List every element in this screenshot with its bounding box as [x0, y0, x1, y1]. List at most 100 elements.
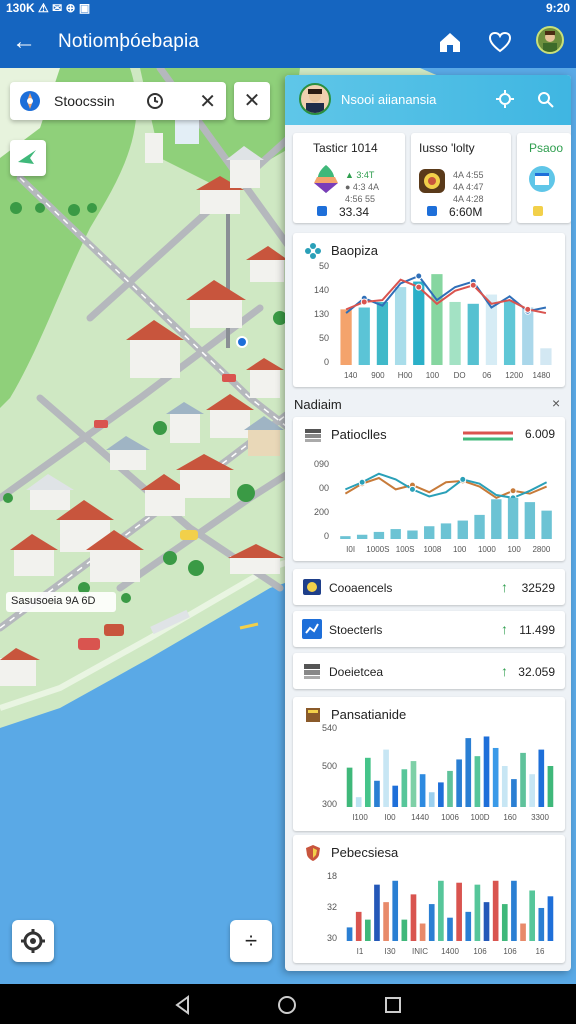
chart-bar	[428, 904, 435, 941]
x-tick-label: I00	[384, 813, 396, 822]
status-left: 130K ⚠ ✉ ⊕ ▣	[6, 1, 91, 15]
x-tick-label: 1008	[423, 545, 441, 554]
chart-2-svg: 090 00 200 0 I0I 1000S 100S 1008 100 1000 100 2800	[314, 459, 552, 554]
chart-bar	[474, 884, 481, 941]
calendar-icon	[529, 166, 555, 192]
chart-bar	[541, 510, 552, 539]
chart-point	[509, 487, 517, 495]
history-icon[interactable]	[146, 92, 164, 110]
chart-card-4[interactable]: Pebecsiesa 18 32 30 I1 I30 INIC 1400 106 106 16	[293, 835, 565, 963]
chart-card-3[interactable]: Pansatianide 540 500 300 I100 I00 1440 1006 100…	[293, 697, 565, 831]
chart-card-2[interactable]: Patioclles 6.009 090 00 200 0 I0I 1000S 100S 10…	[293, 417, 565, 561]
list-item-title: Stoecterls	[329, 623, 383, 637]
y-tick-label: 500	[322, 761, 337, 771]
coin-icon	[303, 579, 321, 595]
map-search-text: Stoocssin	[54, 93, 115, 109]
stat-card-sub: ▲ 3:4T ● 4:3 4A 4:56 55	[345, 170, 379, 204]
chart-bar	[447, 917, 453, 941]
x-tick-label: 100D	[470, 813, 489, 822]
chart-bar	[355, 911, 362, 941]
chart-bar	[440, 523, 452, 539]
chart-bar	[407, 530, 418, 539]
recents-icon[interactable]	[382, 994, 404, 1016]
chart-bar	[358, 307, 370, 365]
x-tick-label: 100	[426, 371, 440, 380]
y-tick-label: 18	[327, 871, 337, 881]
list-item-value: 11.499	[519, 623, 555, 637]
search-icon[interactable]	[535, 89, 555, 109]
x-tick-label: I100	[352, 813, 368, 822]
back-arrow-icon[interactable]: ←	[10, 28, 38, 56]
chart-bar	[522, 307, 534, 365]
map-search-box[interactable]: Stoocssin ✕	[10, 82, 226, 120]
chart-point	[415, 283, 423, 291]
chart-bar	[501, 766, 508, 807]
chart-line	[345, 274, 547, 314]
chart-bar	[438, 782, 444, 807]
stat-card-1[interactable]: Tasticr 1014 ▲ 3:4T ● 4:3 4A 4:56 55 33.34	[293, 133, 405, 223]
section-close-icon[interactable]: ×	[552, 395, 560, 411]
chart-bar	[474, 514, 485, 539]
x-tick-label: I0I	[346, 545, 355, 554]
chart-bar	[374, 884, 380, 941]
y-tick-label: 130	[314, 309, 329, 319]
chart-bar	[449, 301, 461, 365]
list-item[interactable]: Doeietcea ↑ 32.059	[293, 653, 565, 689]
chart-bar	[491, 499, 502, 539]
stat-card-3[interactable]: Psaoo	[517, 133, 571, 223]
clear-search-icon[interactable]: ✕	[199, 89, 216, 114]
home-icon[interactable]	[436, 28, 464, 56]
chart-icon	[302, 619, 322, 639]
y-tick-label: 090	[314, 459, 329, 469]
home-circle-icon[interactable]	[276, 994, 298, 1016]
chart-bar	[364, 919, 371, 941]
chart-bar	[501, 904, 508, 941]
chart-bar	[392, 785, 399, 807]
chart-bar	[376, 301, 389, 365]
chart-bar	[340, 309, 352, 365]
navigation-button[interactable]	[10, 140, 46, 176]
chart-bar	[394, 287, 407, 365]
heart-icon[interactable]	[486, 28, 514, 56]
layers-button[interactable]: ÷	[230, 920, 272, 962]
chart-line	[344, 476, 548, 500]
list-item[interactable]: Stoecterls ↑ 11.499	[293, 611, 565, 647]
stat-card-title: Psaoo	[529, 141, 564, 155]
user-avatar[interactable]	[536, 26, 564, 54]
chart-bar	[524, 502, 536, 539]
chart-card-1[interactable]: Baopiza 50 140 130 50 0 140 900 H00 100 DO 06 1200 1…	[293, 233, 565, 387]
app-bar: ← Notiomþóebapia	[0, 16, 576, 68]
y-tick-label: 300	[322, 799, 337, 809]
settings-gear-icon[interactable]	[495, 89, 515, 109]
chart-bar	[413, 281, 425, 365]
stat-badge-icon	[427, 206, 437, 216]
y-tick-label: 200	[314, 507, 329, 517]
list-item[interactable]: Cooaencels ↑ 32529	[293, 569, 565, 605]
balloon-icon	[314, 165, 338, 193]
close-button[interactable]: ✕	[234, 82, 270, 120]
x-tick-label: INIC	[412, 947, 428, 956]
chart-3-svg: 540 500 300 I100 I00 1440 1006 100D 160 3300	[322, 723, 554, 822]
panel-title: Nsooi aiianansia	[341, 92, 437, 107]
x-tick-label: 100S	[396, 545, 415, 554]
crest-icon	[419, 169, 445, 193]
stat-card-2[interactable]: Iusso 'lolty 4A 4:55 4A 4:47 4A 4:28 6:60M	[411, 133, 511, 223]
panel-avatar[interactable]	[299, 83, 331, 115]
chart-bar	[340, 536, 351, 539]
panel-header: Nsooi aiianansia	[285, 75, 571, 125]
x-tick-label: 1440	[411, 813, 429, 822]
chart-bar	[483, 736, 490, 807]
back-icon[interactable]	[172, 994, 194, 1016]
stat-card-title: Tasticr 1014	[313, 141, 378, 155]
chart-bar	[520, 752, 526, 807]
x-tick-label: 06	[482, 371, 491, 380]
list-item-value: 32529	[521, 581, 555, 595]
navigate-arrow-icon	[18, 150, 36, 164]
chart-bar	[538, 907, 545, 941]
chart-bar	[492, 880, 499, 941]
gear-icon	[21, 929, 45, 953]
y-tick-label: 50	[319, 333, 329, 343]
chart-bar	[419, 774, 426, 807]
settings-button[interactable]	[12, 920, 54, 962]
document-stack-icon	[304, 664, 320, 679]
